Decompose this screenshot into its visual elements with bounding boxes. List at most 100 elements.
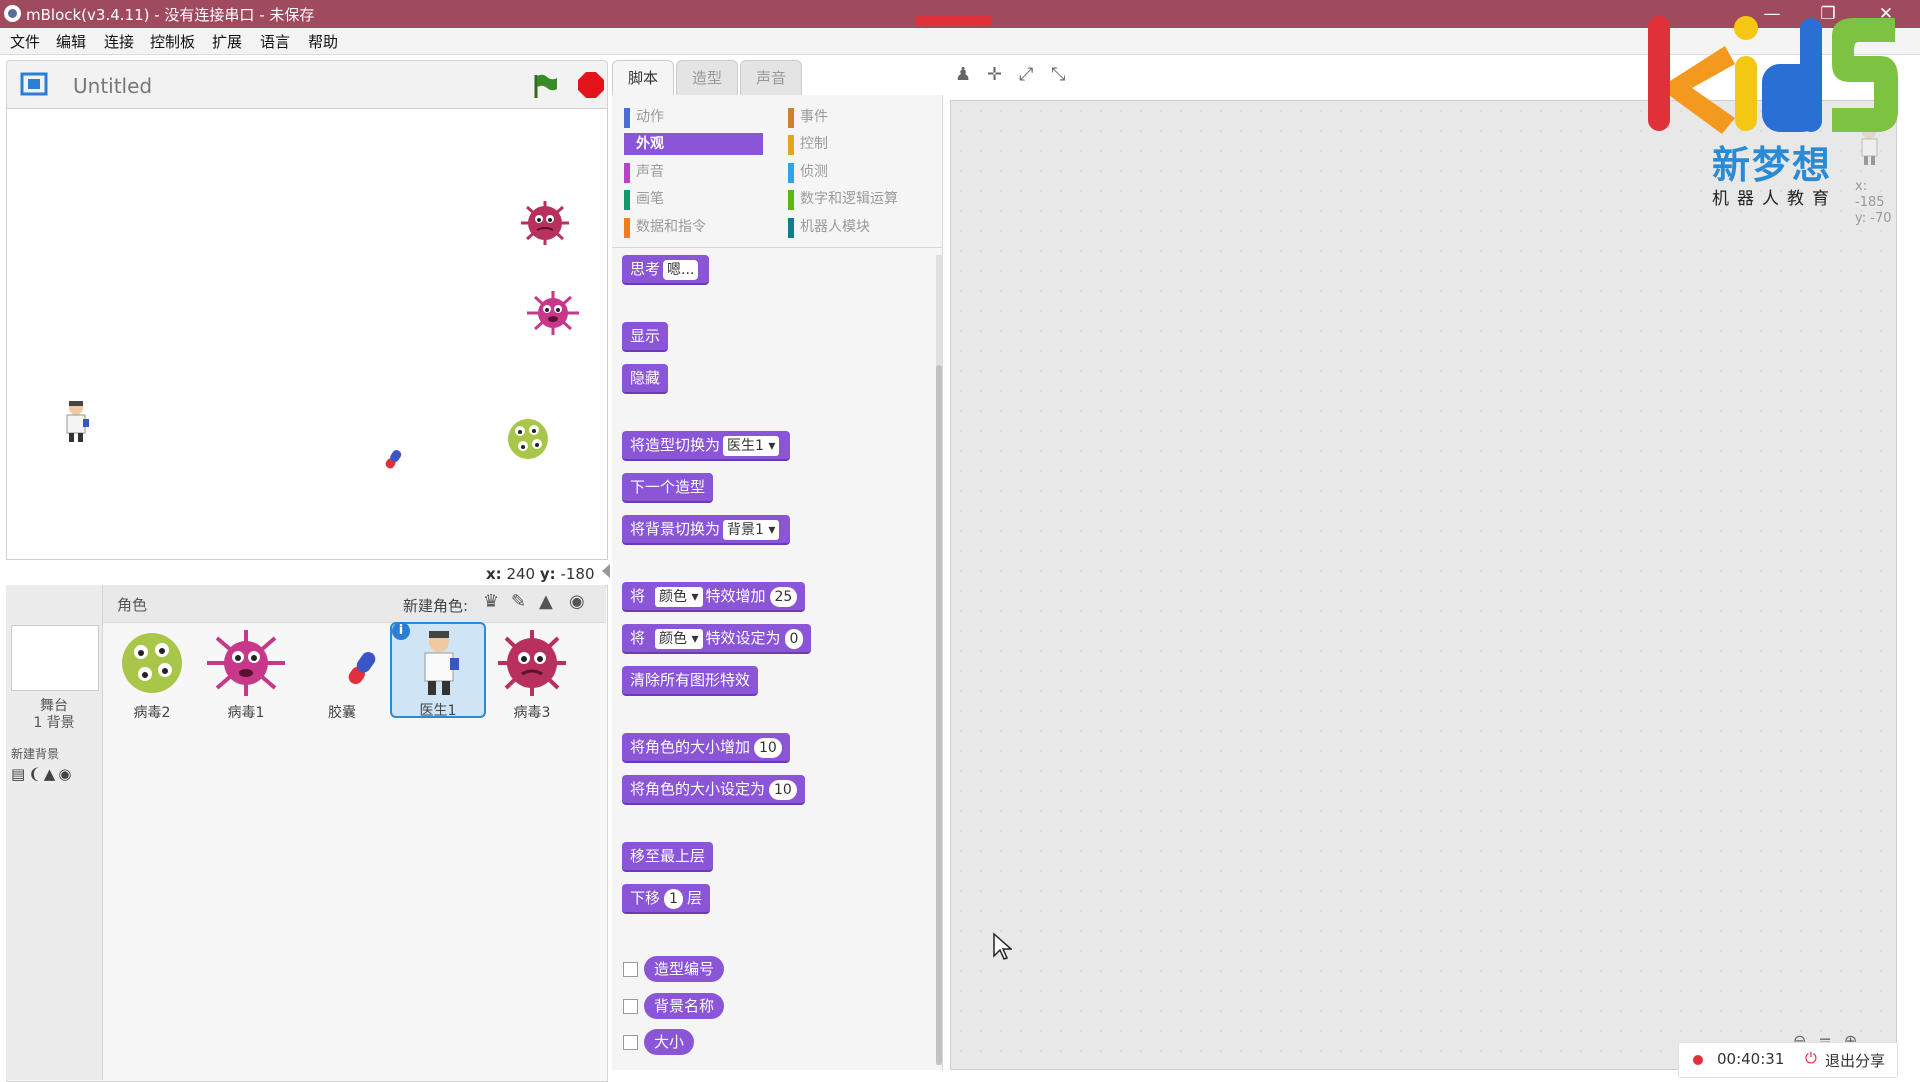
block-palette: 动作 外观 声音 画笔 数据和指令 事件 控制 侦测 数字和逻辑运算 机器人模块… <box>612 95 943 1070</box>
shrink-icon[interactable]: ⤡ <box>1051 64 1065 85</box>
effect-dropdown[interactable]: 颜色 ▾ <box>655 587 703 607</box>
sprite-card-virus1[interactable]: 病毒1 <box>200 624 292 724</box>
category-looks[interactable]: 外观 <box>624 133 763 155</box>
category-operators[interactable]: 数字和逻辑运算 <box>788 188 940 210</box>
sprite-name: 胶囊 <box>328 705 356 721</box>
paint-sprite-icon[interactable]: ✎ <box>511 591 526 612</box>
green-flag-icon[interactable] <box>531 73 559 99</box>
camera-sprite-icon[interactable]: ◉ <box>569 591 585 612</box>
costume-dropdown[interactable]: 医生1 ▾ <box>723 436 780 456</box>
sprite-card-virus2[interactable]: 病毒2 <box>106 624 198 724</box>
script-area[interactable]: x: -185 y: -70 ⊖=⊕ <box>950 100 1897 1070</box>
category-color <box>788 163 794 183</box>
menu-extensions[interactable]: 扩展 <box>212 31 242 52</box>
category-color <box>788 218 794 238</box>
block-next-costume[interactable]: 下一个造型 <box>622 473 714 503</box>
backdrop-camera-icon[interactable]: ◉ <box>58 765 74 783</box>
stage-thumbnail[interactable] <box>11 625 99 691</box>
block-clear-effects[interactable]: 清除所有图形特效 <box>622 666 759 696</box>
backdrop-dropdown[interactable]: 背景1 ▾ <box>723 520 780 540</box>
effect-dropdown[interactable]: 颜色 ▾ <box>655 629 703 649</box>
tab-sounds[interactable]: 声音 <box>740 60 802 95</box>
category-motion[interactable]: 动作 <box>624 106 776 128</box>
block-input[interactable]: 10 <box>769 780 797 800</box>
block-show[interactable]: 显示 <box>622 322 669 352</box>
info-icon[interactable]: i <box>392 622 410 640</box>
category-label: 侦测 <box>800 164 828 180</box>
block-go-to-front[interactable]: 移至最上层 <box>622 842 714 872</box>
backdrop-library-icon[interactable]: ▤ <box>11 765 28 783</box>
block-change-size[interactable]: 将角色的大小增加 10 <box>622 733 790 763</box>
category-control[interactable]: 控制 <box>788 133 940 155</box>
virus1-sprite[interactable] <box>523 289 583 341</box>
tab-costumes[interactable]: 造型 <box>676 60 738 95</box>
fullscreen-icon[interactable] <box>19 71 49 97</box>
block-hide[interactable]: 隐藏 <box>622 364 669 394</box>
category-pen[interactable]: 画笔 <box>624 188 776 210</box>
sprite-library-icon[interactable]: ♛ <box>483 591 499 612</box>
menu-help[interactable]: 帮助 <box>308 31 338 52</box>
reporter-size[interactable]: 大小 <box>644 1029 695 1055</box>
virus3-sprite[interactable] <box>517 199 573 251</box>
y-label: y: <box>539 565 556 583</box>
stop-icon[interactable] <box>577 71 605 99</box>
collapse-stage-icon[interactable] <box>602 564 610 578</box>
sprite-card-virus3[interactable]: 病毒3 <box>486 624 578 724</box>
sprite-y: y: -70 <box>1855 211 1892 226</box>
block-input[interactable]: 嗯... <box>663 260 699 280</box>
app-icon <box>4 5 21 22</box>
delete-icon[interactable]: ✛ <box>987 64 1002 85</box>
block-input[interactable]: 25 <box>769 587 798 607</box>
block-input[interactable]: 1 <box>664 889 683 909</box>
sprite-card-doctor-selected[interactable]: i 医生1 <box>390 622 486 719</box>
capsule-sprite[interactable] <box>381 447 405 475</box>
block-input[interactable]: 0 <box>784 629 804 649</box>
category-label: 数字和逻辑运算 <box>800 191 898 207</box>
block-label: 思考 <box>630 260 661 278</box>
exit-share-button[interactable]: 退出分享 <box>1825 1050 1885 1071</box>
stage-canvas[interactable] <box>6 108 608 560</box>
category-sensing[interactable]: 侦测 <box>788 161 940 183</box>
menu-connect[interactable]: 连接 <box>104 31 134 52</box>
menu-board[interactable]: 控制板 <box>150 31 195 52</box>
size-checkbox[interactable] <box>623 1035 638 1050</box>
block-set-effect[interactable]: 将颜色 ▾ 特效设定为 0 <box>622 624 812 654</box>
reporter-costume-number[interactable]: 造型编号 <box>644 956 725 982</box>
block-set-size[interactable]: 将角色的大小设定为 10 <box>622 775 805 805</box>
sprite-card-capsule[interactable]: 胶囊 <box>296 624 388 724</box>
palette-scroll-thumb[interactable] <box>936 365 942 1065</box>
menu-edit[interactable]: 编辑 <box>56 31 86 52</box>
block-switch-backdrop[interactable]: 将背景切换为 背景1 ▾ <box>622 515 791 545</box>
doctor-sprite[interactable] <box>59 399 93 447</box>
costume-number-checkbox[interactable] <box>623 962 638 977</box>
category-sound[interactable]: 声音 <box>624 161 776 183</box>
backdrop-count: 1 背景 <box>33 715 75 731</box>
upload-sprite-icon[interactable]: ▲ <box>539 591 553 612</box>
virus2-sprite[interactable] <box>503 414 553 468</box>
grow-icon[interactable]: ⤢ <box>1019 64 1033 85</box>
doctor-thumbnail <box>424 631 459 695</box>
block-go-back-layers[interactable]: 下移 1 层 <box>622 884 710 914</box>
backdrop-name-checkbox[interactable] <box>623 999 638 1014</box>
category-events[interactable]: 事件 <box>788 106 940 128</box>
sprite-name: 病毒2 <box>133 705 171 721</box>
tab-scripts[interactable]: 脚本 <box>612 60 674 95</box>
duplicate-icon[interactable]: ♟ <box>955 64 971 85</box>
block-input[interactable]: 10 <box>754 738 782 758</box>
power-icon[interactable]: ⏻ <box>1805 1049 1817 1067</box>
block-change-effect[interactable]: 将颜色 ▾ 特效增加 25 <box>622 582 806 612</box>
reporter-backdrop-name[interactable]: 背景名称 <box>644 993 725 1019</box>
block-think[interactable]: 思考 嗯... <box>622 255 710 285</box>
category-robots[interactable]: 机器人模块 <box>788 216 940 238</box>
x-value: 240 <box>506 565 536 583</box>
menu-file[interactable]: 文件 <box>10 31 40 52</box>
block-switch-costume[interactable]: 将造型切换为 医生1 ▾ <box>622 431 791 461</box>
category-label: 事件 <box>800 109 828 125</box>
backdrop-upload-icon[interactable]: ▲ <box>44 765 59 783</box>
palette-scrollbar[interactable] <box>936 255 942 1065</box>
category-data[interactable]: 数据和指令 <box>624 216 776 238</box>
backdrop-paint-icon[interactable]: ❨ <box>28 765 44 783</box>
project-title[interactable]: Untitled <box>73 74 152 98</box>
menu-language[interactable]: 语言 <box>260 31 290 52</box>
category-color <box>788 190 794 210</box>
